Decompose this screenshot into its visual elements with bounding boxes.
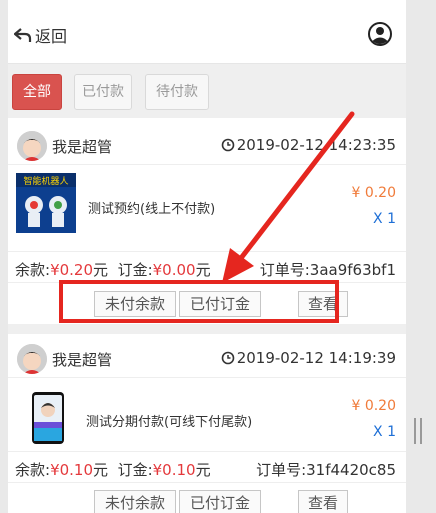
balance-value: ¥0.20 [50, 261, 94, 279]
order-user-row: 我是超管 2019-02-12 14:23:35 [8, 124, 406, 165]
back-arrow-icon [14, 28, 32, 42]
filter-tabs: 全部 已付款 待付款 [8, 64, 406, 118]
deposit-value: ¥0.10 [152, 461, 196, 479]
order-number: 订单号:31f4420c85 [256, 461, 396, 479]
order-username: 我是超管 [52, 351, 113, 369]
order-user-row: 我是超管 2019-02-12 14:19:39 [8, 337, 406, 378]
order-time-text: 2019-02-12 14:23:35 [236, 136, 396, 154]
deposit-value: ¥0.00 [152, 261, 196, 279]
clock-icon [221, 351, 234, 365]
deposit-unit: 元 [195, 261, 211, 279]
deposit-label: 订金: [117, 261, 153, 279]
balance-unit: 元 [93, 461, 109, 479]
tab-all[interactable]: 全部 [12, 74, 62, 110]
order-summary: 余款:¥0.10元 订金:¥0.10元 订单号:31f4420c85 [8, 451, 406, 483]
product-qty: X 1 [373, 211, 396, 227]
order-username: 我是超管 [52, 138, 113, 156]
product-image: 智能机器人 [16, 173, 76, 233]
order-card: 我是超管 2019-02-12 14:19:39 测试分期付款(可线下付尾款) … [8, 334, 406, 513]
balance-label: 余款: [15, 261, 51, 279]
top-bar: 返回 [8, 0, 406, 64]
back-label: 返回 [35, 27, 68, 46]
product-name: 测试分期付款(可线下付尾款) [86, 415, 253, 430]
tab-paid[interactable]: 已付款 [74, 74, 132, 110]
order-actions: 未付余款 已付订金 查看 [8, 485, 406, 513]
payment-summary: 余款:¥0.20元 订金:¥0.00元 [15, 259, 211, 280]
product-name: 测试预约(线上不付款) [88, 202, 216, 217]
avatar [17, 344, 47, 374]
app-window: 返回 全部 已付款 待付款 我是超管 2019-02-12 14:23:35 智… [8, 0, 406, 513]
deposit-label: 订金: [117, 461, 153, 479]
order-product-row[interactable]: 测试分期付款(可线下付尾款) ¥ 0.20 X 1 [8, 378, 406, 450]
deposit-paid-button[interactable]: 已付订金 [179, 490, 261, 513]
product-price: ¥ 0.20 [351, 185, 396, 201]
annotation-highlight-box [59, 280, 339, 323]
product-qty: X 1 [373, 424, 396, 440]
order-number: 订单号:3aa9f63bf1 [259, 261, 396, 279]
scrollbar-handle[interactable] [414, 418, 422, 444]
view-order-button[interactable]: 查看 [298, 490, 348, 513]
user-profile-icon[interactable] [368, 22, 392, 46]
product-price: ¥ 0.20 [351, 398, 396, 414]
tab-unpaid[interactable]: 待付款 [145, 74, 209, 110]
balance-label: 余款: [15, 461, 51, 479]
order-time: 2019-02-12 14:19:39 [221, 349, 396, 367]
product-image-label: 智能机器人 [23, 175, 68, 187]
clock-icon [221, 138, 234, 152]
payment-summary: 余款:¥0.10元 订金:¥0.10元 [15, 459, 211, 480]
deposit-unit: 元 [195, 461, 211, 479]
balance-value: ¥0.10 [50, 461, 94, 479]
order-product-row[interactable]: 智能机器人 测试预约(线上不付款) ¥ 0.20 X 1 [8, 165, 406, 237]
order-time-text: 2019-02-12 14:19:39 [236, 349, 396, 367]
balance-unit: 元 [93, 261, 109, 279]
product-image [28, 386, 68, 446]
back-button[interactable]: 返回 [14, 23, 67, 47]
avatar [17, 131, 47, 161]
order-separator [8, 324, 406, 334]
unpaid-balance-button[interactable]: 未付余款 [94, 490, 176, 513]
order-summary: 余款:¥0.20元 订金:¥0.00元 订单号:3aa9f63bf1 [8, 251, 406, 283]
order-time: 2019-02-12 14:23:35 [221, 136, 396, 154]
